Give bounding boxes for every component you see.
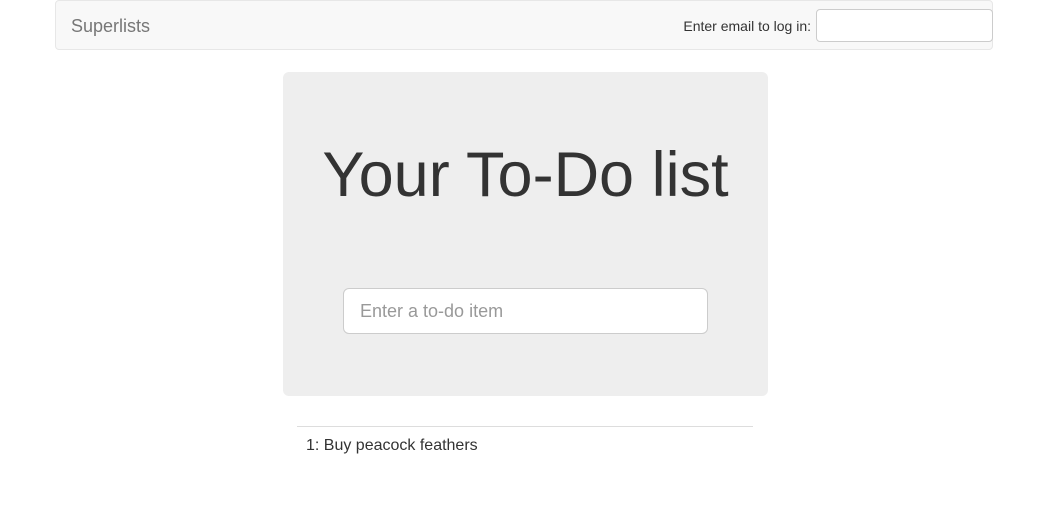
jumbotron: Your To-Do list (283, 72, 768, 396)
new-item-input[interactable] (343, 288, 708, 334)
login-label: Enter email to log in: (683, 18, 811, 34)
list-item: 1: Buy peacock feathers (306, 437, 478, 454)
email-login-input[interactable] (816, 9, 993, 42)
list-table: 1: Buy peacock feathers (297, 426, 753, 465)
page-title: Your To-Do list (322, 140, 729, 210)
brand-link[interactable]: Superlists (71, 15, 150, 37)
navbar: Superlists Enter email to log in: (55, 0, 993, 50)
